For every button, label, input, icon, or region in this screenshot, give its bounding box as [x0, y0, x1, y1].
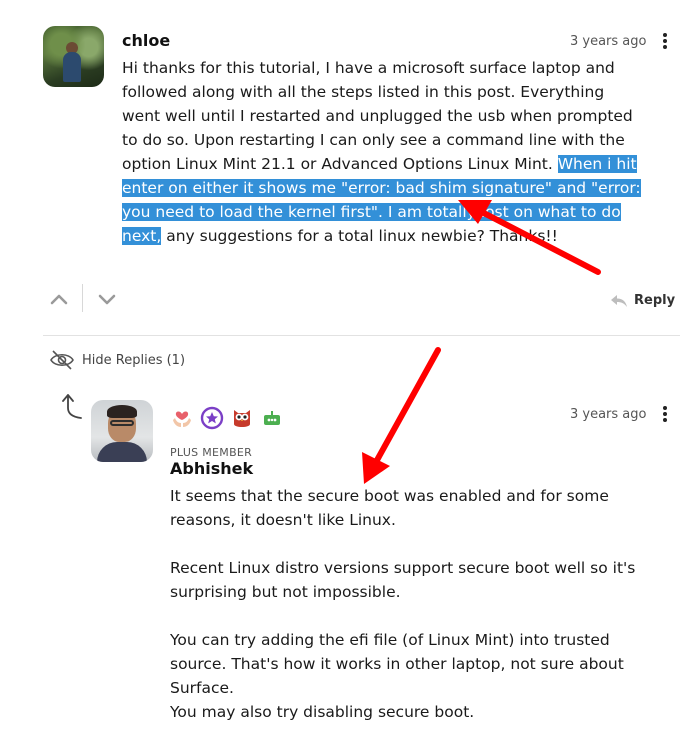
reply-icon: [611, 294, 627, 307]
reply-author[interactable]: Abhishek: [170, 459, 253, 478]
reply-timestamp[interactable]: 3 years ago: [570, 407, 646, 422]
avatar[interactable]: [43, 26, 104, 87]
more-options-icon[interactable]: [662, 33, 668, 51]
downvote-button[interactable]: [95, 288, 119, 310]
avatar-glasses: [110, 420, 134, 426]
chevron-up-icon: [50, 294, 68, 305]
replies-count: (1): [166, 352, 186, 368]
reply-paragraph: You may also try disabling secure boot.: [170, 703, 475, 721]
hide-replies-toggle[interactable]: Hide Replies (1): [50, 350, 185, 370]
comment-text-plain: Hi thanks for this tutorial, I have a mi…: [122, 59, 633, 173]
heart-hands-badge-icon: [170, 406, 194, 430]
avatar-shirt: [97, 442, 147, 462]
upvote-button[interactable]: [47, 288, 71, 310]
annotation-arrow-2: [362, 347, 441, 484]
owl-badge-icon: [230, 406, 254, 430]
more-options-icon[interactable]: [662, 406, 668, 424]
avatar[interactable]: [91, 400, 153, 462]
star-chat-badge-icon: [200, 406, 224, 430]
vote-divider: [82, 284, 83, 312]
comment-text-plain-end: any suggestions for a total linux newbie…: [161, 227, 558, 245]
comment-divider: [43, 335, 680, 336]
avatar-hair: [107, 405, 137, 418]
reply-button[interactable]: Reply: [610, 293, 675, 308]
hide-replies-label: Hide Replies: [82, 352, 163, 368]
reply-thread-arrow-icon: [62, 394, 82, 419]
robot-badge-icon: [260, 406, 284, 430]
eye-off-icon: [50, 350, 74, 370]
chevron-down-icon: [98, 294, 116, 305]
comment-body: Hi thanks for this tutorial, I have a mi…: [122, 56, 644, 248]
comment-timestamp[interactable]: 3 years ago: [570, 34, 646, 49]
reply-label: Reply: [634, 293, 676, 308]
member-role-label: PLUS MEMBER: [170, 446, 253, 459]
member-badges: [170, 406, 284, 430]
avatar-figure: [63, 52, 81, 82]
reply-paragraph: You can try adding the efi file (of Linu…: [170, 631, 624, 697]
comment-author[interactable]: chloe: [122, 31, 170, 50]
reply-paragraph: Recent Linux distro versions support sec…: [170, 559, 636, 601]
reply-paragraph: It seems that the secure boot was enable…: [170, 487, 609, 529]
